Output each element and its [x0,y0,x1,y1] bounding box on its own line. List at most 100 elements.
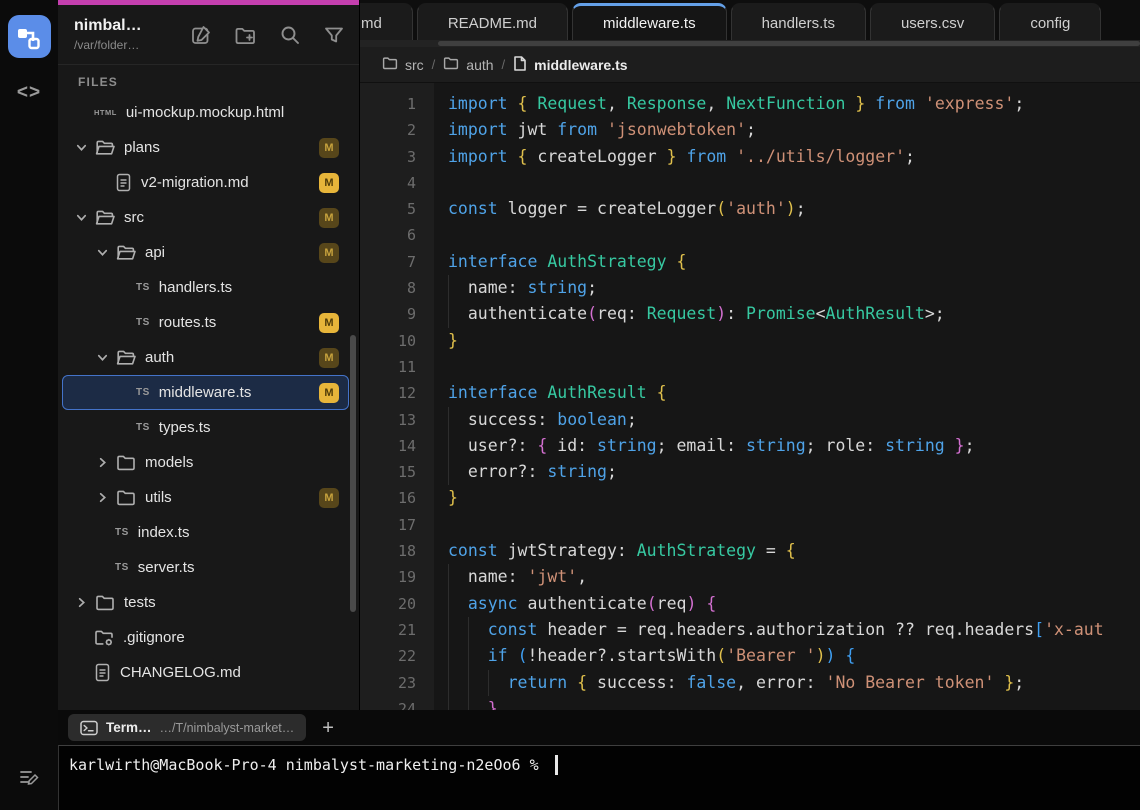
modified-badge: M [319,137,339,158]
line-number: 7 [406,252,416,271]
folder-open-icon [116,349,136,366]
line-number: 13 [397,410,416,429]
code-line-10: } [448,330,458,350]
tab-scrollbar-thumb[interactable] [438,41,1140,46]
new-terminal-button[interactable]: + [322,718,334,738]
breadcrumb-src[interactable]: src [382,56,424,73]
tree-item-label: routes.ts [158,314,217,331]
folder-icon [382,56,398,73]
modified-badge: M [319,207,339,228]
tree-item-label: tests [124,594,156,611]
tree-item-api[interactable]: api M [62,235,349,270]
tree-item-server-ts[interactable]: TS server.ts [62,550,349,585]
folder-closed-icon [116,454,136,471]
code-line-20: async authenticate(req) { [448,590,1140,617]
modified-badge: M [319,312,339,333]
terminal-output[interactable]: karlwirth@MacBook-Pro-4 nimbalyst-market… [58,745,1140,810]
line-number: 5 [406,200,416,219]
doc-icon [94,663,111,682]
indent-guide [487,669,489,696]
ts-icon: TS [136,317,150,328]
sidebar-scrollbar[interactable] [350,335,356,612]
tab-scrollbar[interactable] [360,40,1140,47]
activity-rail: <> [0,0,58,810]
tree-item-label: plans [124,139,160,156]
code-brackets-icon[interactable]: <> [17,82,41,104]
new-folder-icon[interactable] [234,24,257,46]
html-icon: HTML [94,108,117,117]
tree-item-label: handlers.ts [158,279,233,296]
ts-icon: TS [136,282,150,293]
tree-item-label: utils [145,489,172,506]
tree-item-label: types.ts [158,419,211,436]
tree-item-label: index.ts [137,524,190,541]
code-line-16: } [448,488,458,508]
tree-item-label: models [145,454,194,471]
tab-md[interactable]: md [360,3,413,40]
indent-guide [448,406,449,433]
breadcrumb-separator: / [431,57,436,72]
breadcrumb-auth[interactable]: auth [443,56,494,73]
tree-item-changelog-md[interactable]: CHANGELOG.md [62,655,349,690]
tree-item-v2-migration-md[interactable]: v2-migration.md M [62,165,349,200]
tab-handlers-ts[interactable]: handlers.ts [730,3,866,40]
tree-item-label: .gitignore [123,629,185,646]
tree-item-auth[interactable]: auth M [62,340,349,375]
tree-item-ui-mockup-mockup-html[interactable]: HTML ui-mockup.mockup.html [62,95,349,130]
search-icon[interactable] [279,24,301,46]
code-line-14: user?: { id: string; email: string; role… [448,432,1140,460]
tree-item-handlers-ts[interactable]: TS handlers.ts [62,270,349,305]
tree-item-middleware-ts[interactable]: TS middleware.ts M [62,375,349,410]
tree-item-types-ts[interactable]: TS types.ts [62,410,349,445]
line-number: 11 [397,357,416,376]
tree-item-src[interactable]: src M [62,200,349,235]
terminal-tab[interactable]: Term… …/T/nimbalyst-market… [68,714,307,741]
line-number-gutter: 1 2 3 4 5 6 7 8 9 10 11 12 13 14 15 16 17 18 19 20 21 22 23 24 [360,83,434,710]
tab-config[interactable]: config [999,3,1102,40]
tree-item-tests[interactable]: tests [62,585,349,620]
tree-item-index-ts[interactable]: TS index.ts [62,515,349,550]
ts-icon: TS [115,562,129,573]
app-logo-icon[interactable] [7,15,51,58]
filter-icon[interactable] [323,24,345,46]
tree-item-label: CHANGELOG.md [120,664,241,681]
code-line-24: } [448,695,1140,710]
sidebar: nimbal… /var/folder… FILES HTML ui-mockup… [58,0,360,710]
code-editor[interactable]: 1 2 3 4 5 6 7 8 9 10 11 12 13 14 15 16 17 18 19 20 21 22 23 24 … [360,83,1140,710]
tab-middleware-ts[interactable]: middleware.ts [572,3,727,40]
line-number: 6 [406,226,416,245]
tree-item--gitignore[interactable]: .gitignore [62,620,349,655]
indent-guide [467,669,469,696]
code-line-15: error?: string; [448,459,1140,486]
code-line-7: interface AuthStrategy { [448,251,687,271]
tab-users-csv[interactable]: users.csv [869,3,996,40]
breadcrumb-middleware-ts[interactable]: middleware.ts [513,55,628,75]
tab-readme-md[interactable]: README.md [416,3,569,40]
tree-item-routes-ts[interactable]: TS routes.ts M [62,305,349,340]
tree-item-utils[interactable]: utils M [62,480,349,515]
indent-guide [467,695,469,710]
code-line-13: success: boolean; [448,406,1140,433]
compose-notes-icon[interactable] [0,766,58,788]
tree-item-plans[interactable]: plans M [62,130,349,165]
project-path: /var/folder… [74,38,140,52]
tree-item-models[interactable]: models [62,445,349,480]
modified-badge: M [319,382,339,403]
edit-icon[interactable] [190,24,212,46]
modified-badge: M [319,347,339,368]
indent-guide [467,616,469,644]
code-content[interactable]: import { Request, Response, NextFunction… [434,83,1140,710]
terminal-prompt: karlwirth@MacBook-Pro-4 nimbalyst-market… [69,756,548,774]
files-section-label: FILES [78,75,119,89]
line-number: 4 [406,173,416,192]
gear-folder-icon [94,629,114,647]
line-number: 21 [397,620,416,639]
breadcrumb-separator: / [501,57,506,72]
line-number: 9 [406,305,416,324]
tree-item-label: api [145,244,166,261]
indent-guide [448,564,449,591]
indent-guide [448,275,449,302]
code-line-23: return { success: false, error: 'No Bear… [448,669,1140,696]
